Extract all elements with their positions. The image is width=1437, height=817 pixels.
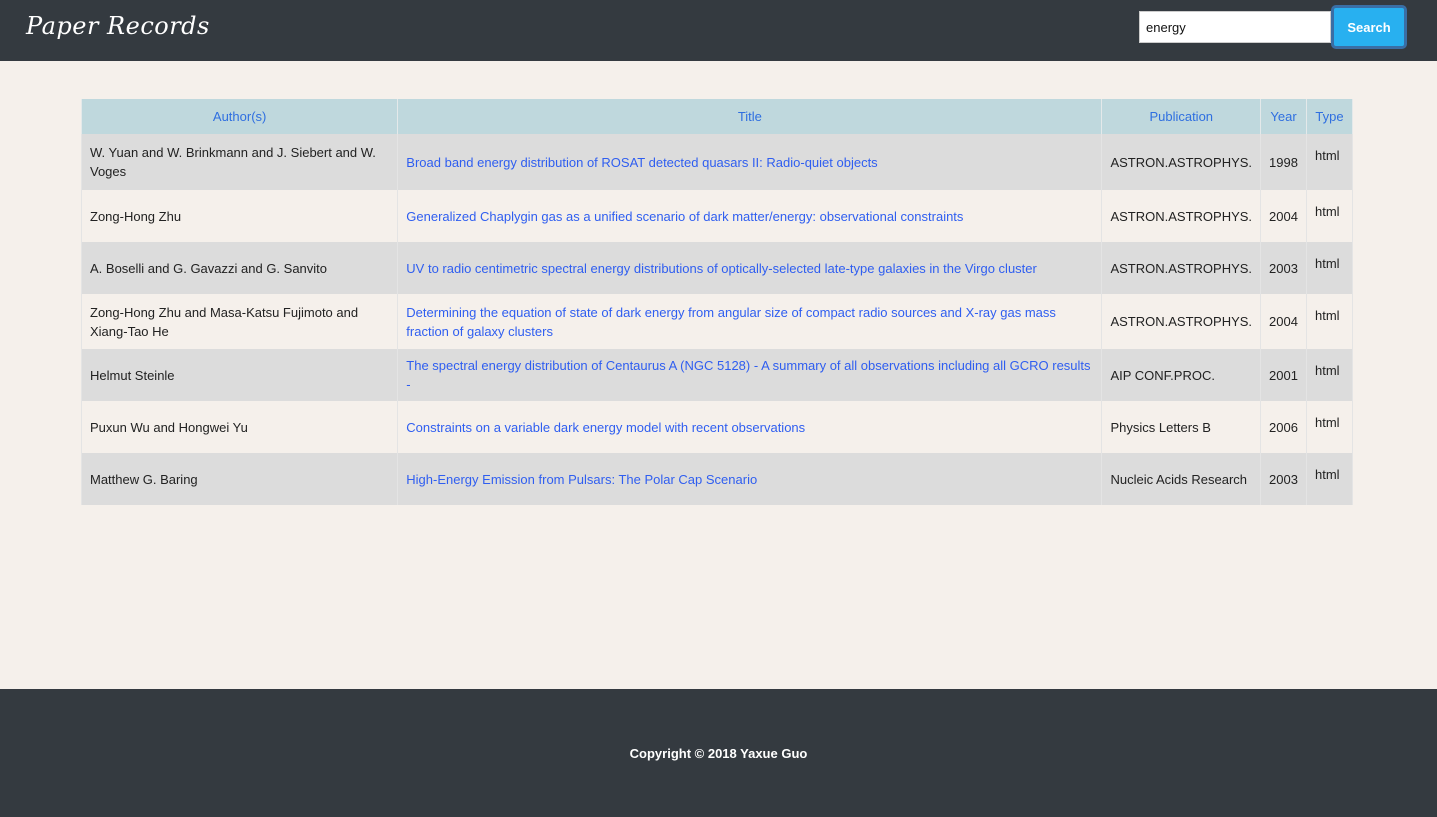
cell-publication: Physics Letters B xyxy=(1101,401,1262,453)
paper-title-link[interactable]: Constraints on a variable dark energy mo… xyxy=(406,420,805,435)
table-row: Zong-Hong Zhu Generalized Chaplygin gas … xyxy=(80,190,1353,242)
cell-year: 2003 xyxy=(1260,242,1307,294)
paper-title-link[interactable]: UV to radio centimetric spectral energy … xyxy=(406,261,1037,276)
cell-publication: ASTRON.ASTROPHYS. xyxy=(1101,190,1262,242)
cell-authors: Helmut Steinle xyxy=(80,349,399,401)
cell-type: html xyxy=(1306,349,1353,401)
cell-type: html xyxy=(1306,453,1353,505)
column-header-publication[interactable]: Publication xyxy=(1101,99,1262,134)
cell-year: 2004 xyxy=(1260,294,1307,349)
cell-title: UV to radio centimetric spectral energy … xyxy=(397,242,1103,294)
paper-title-link[interactable]: Determining the equation of state of dar… xyxy=(406,305,1056,339)
cell-publication: ASTRON.ASTROPHYS. xyxy=(1101,134,1262,190)
cell-type: html xyxy=(1306,401,1353,453)
cell-title: Constraints on a variable dark energy mo… xyxy=(397,401,1103,453)
table-row: Helmut Steinle The spectral energy distr… xyxy=(80,349,1353,401)
cell-authors: Puxun Wu and Hongwei Yu xyxy=(80,401,399,453)
navbar: Paper Records Search xyxy=(0,0,1437,61)
column-header-authors[interactable]: Author(s) xyxy=(80,99,399,134)
table-row: A. Boselli and G. Gavazzi and G. Sanvito… xyxy=(80,242,1353,294)
cell-authors: Zong-Hong Zhu xyxy=(80,190,399,242)
cell-publication: Nucleic Acids Research xyxy=(1101,453,1262,505)
cell-type: html xyxy=(1306,242,1353,294)
paper-title-link[interactable]: High-Energy Emission from Pulsars: The P… xyxy=(406,472,757,487)
paper-title-link[interactable]: Generalized Chaplygin gas as a unified s… xyxy=(406,209,963,224)
paper-title-link[interactable]: The spectral energy distribution of Cent… xyxy=(406,358,1090,392)
table-header-row: Author(s) Title Publication Year Type xyxy=(80,99,1353,134)
cell-publication: AIP CONF.PROC. xyxy=(1101,349,1262,401)
cell-authors: Zong-Hong Zhu and Masa-Katsu Fujimoto an… xyxy=(80,294,399,349)
cell-type: html xyxy=(1306,190,1353,242)
cell-title: High-Energy Emission from Pulsars: The P… xyxy=(397,453,1103,505)
cell-authors: Matthew G. Baring xyxy=(80,453,399,505)
table-row: Matthew G. Baring High-Energy Emission f… xyxy=(80,453,1353,505)
cell-year: 2001 xyxy=(1260,349,1307,401)
column-header-title[interactable]: Title xyxy=(397,99,1103,134)
search-input[interactable] xyxy=(1139,11,1331,43)
cell-title: Generalized Chaplygin gas as a unified s… xyxy=(397,190,1103,242)
footer: Copyright © 2018 Yaxue Guo xyxy=(0,689,1437,817)
brand-logo[interactable]: Paper Records xyxy=(26,12,210,40)
results-table: Author(s) Title Publication Year Type W.… xyxy=(80,99,1353,505)
search-button-label: Search xyxy=(1347,19,1391,35)
cell-year: 2006 xyxy=(1260,401,1307,453)
cell-authors: W. Yuan and W. Brinkmann and J. Siebert … xyxy=(80,134,399,190)
cell-title: Broad band energy distribution of ROSAT … xyxy=(397,134,1103,190)
cell-authors: A. Boselli and G. Gavazzi and G. Sanvito xyxy=(80,242,399,294)
cell-type: html xyxy=(1306,134,1353,190)
column-header-year[interactable]: Year xyxy=(1260,99,1307,134)
table-row: Puxun Wu and Hongwei Yu Constraints on a… xyxy=(80,401,1353,453)
search-button[interactable]: Search xyxy=(1331,5,1407,49)
cell-publication: ASTRON.ASTROPHYS. xyxy=(1101,294,1262,349)
column-header-type[interactable]: Type xyxy=(1306,99,1353,134)
paper-title-link[interactable]: Broad band energy distribution of ROSAT … xyxy=(406,155,877,170)
cell-publication: ASTRON.ASTROPHYS. xyxy=(1101,242,1262,294)
table-row: W. Yuan and W. Brinkmann and J. Siebert … xyxy=(80,134,1353,190)
copyright-text: Copyright © 2018 Yaxue Guo xyxy=(629,746,808,761)
cell-year: 2004 xyxy=(1260,190,1307,242)
cell-title: Determining the equation of state of dar… xyxy=(397,294,1103,349)
cell-title: The spectral energy distribution of Cent… xyxy=(397,349,1103,401)
table-row: Zong-Hong Zhu and Masa-Katsu Fujimoto an… xyxy=(80,294,1353,349)
cell-year: 1998 xyxy=(1260,134,1307,190)
cell-year: 2003 xyxy=(1260,453,1307,505)
cell-type: html xyxy=(1306,294,1353,349)
